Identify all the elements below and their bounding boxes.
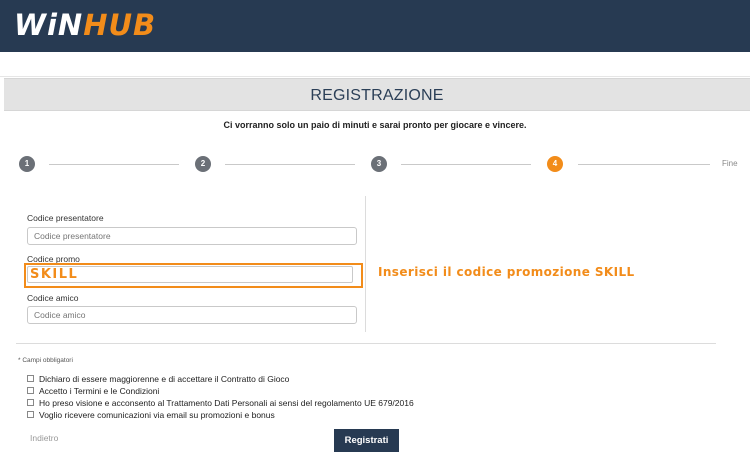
step-connector — [401, 164, 531, 165]
checkbox-label: Dichiaro di essere maggiorenne e di acce… — [39, 374, 290, 384]
presenter-code-input[interactable] — [27, 227, 357, 245]
section-divider — [16, 343, 716, 344]
step-connector — [49, 164, 179, 165]
checkbox-label: Ho preso visione e acconsento al Trattam… — [39, 398, 414, 408]
page-title: REGISTRAZIONE — [310, 87, 444, 104]
page-subtitle: Ci vorranno solo un paio di minuti e sar… — [223, 120, 527, 130]
required-fields-note: * Campi obbligatori — [18, 357, 73, 364]
step-4-indicator-active: 4 — [547, 156, 563, 172]
step-2-indicator: 2 — [195, 156, 211, 172]
registration-stepper: 1 2 3 4 Fine — [0, 152, 750, 176]
step-connector — [578, 164, 710, 165]
top-navbar: WiNHUB — [0, 0, 750, 52]
checkbox-label: Voglio ricevere comunicazioni via email … — [39, 410, 275, 420]
back-button[interactable]: Indietro — [30, 433, 58, 443]
register-button[interactable]: Registrati — [334, 429, 399, 452]
friend-code-input[interactable] — [27, 306, 357, 324]
winhub-logo[interactable]: WiNHUB — [14, 8, 156, 42]
friend-code-label: Codice amico — [27, 293, 79, 303]
step-1-indicator: 1 — [19, 156, 35, 172]
logo-text-win: WiN — [14, 8, 84, 42]
logo-text-hub: HUB — [83, 8, 157, 42]
checkbox-terms[interactable] — [27, 387, 34, 394]
step-3-indicator: 3 — [371, 156, 387, 172]
registration-header: REGISTRAZIONE — [4, 78, 750, 111]
step-end-label: Fine — [722, 159, 738, 168]
step-connector — [225, 164, 355, 165]
checkbox-label: Accetto i Termini e le Condizioni — [39, 386, 160, 396]
secondary-bar — [0, 52, 750, 77]
promo-code-value: SKILL — [30, 267, 79, 282]
presenter-code-label: Codice presentatore — [27, 213, 104, 223]
checkbox-privacy[interactable] — [27, 399, 34, 406]
checkbox-marketing[interactable] — [27, 411, 34, 418]
checkbox-age[interactable] — [27, 375, 34, 382]
promo-hint-text: Inserisci il codice promozione SKILL — [378, 265, 635, 279]
